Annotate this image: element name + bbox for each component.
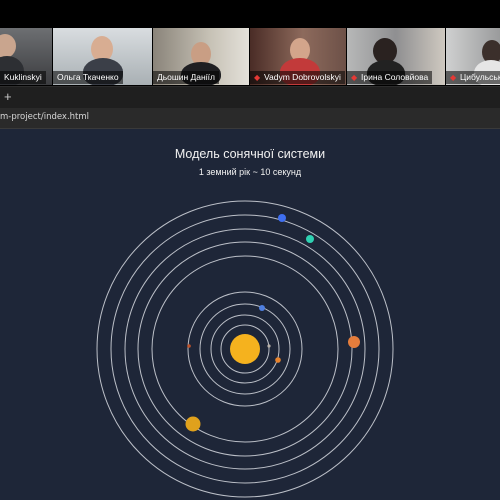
participant-tile-active[interactable]: Ольга Ткаченко: [53, 28, 152, 85]
mic-off-icon: ◆: [450, 72, 457, 82]
mic-off-icon: ◆: [351, 72, 358, 82]
participant-name-bar: ◆ Vadym Dobrovolskyi: [250, 71, 345, 84]
participant-tile[interactable]: ◆ Vadym Dobrovolskyi: [250, 28, 346, 85]
participant-name: Kuklinskyi: [4, 72, 42, 82]
participant-tile[interactable]: ◆ Ірина Соловйова: [347, 28, 445, 85]
participant-tile[interactable]: Дьошин Даніїл: [153, 28, 249, 85]
planet-uranus: [306, 235, 314, 243]
participant-name-bar: ◆ Ірина Соловйова: [347, 71, 433, 84]
solar-system-canvas: [96, 200, 394, 498]
solar-system-page: Модель сонячної системи 1 земний рік ~ 1…: [0, 129, 500, 500]
participant-name: Цибульськ: [460, 72, 500, 82]
new-tab-button[interactable]: +: [4, 90, 12, 104]
video-gallery: Kuklinskyi Ольга Ткаченко Дьошин Даніїл: [0, 28, 500, 86]
screen: Kuklinskyi Ольга Ткаченко Дьошин Даніїл: [0, 0, 500, 500]
sun: [230, 334, 260, 364]
planet-jupiter: [348, 336, 360, 348]
top-strip: [0, 0, 500, 28]
participant-name-bar: Дьошин Даніїл: [153, 71, 219, 84]
browser-address-bar[interactable]: m-project/index.html: [0, 108, 500, 129]
planet-saturn: [185, 416, 201, 432]
browser-tab-bar: +: [0, 86, 500, 108]
participant-name: Vadym Dobrovolskyi: [264, 72, 341, 82]
url-text[interactable]: m-project/index.html: [0, 112, 89, 122]
participant-name-bar: Ольга Ткаченко: [53, 71, 123, 84]
participant-name: Ірина Соловйова: [361, 72, 429, 82]
planet-mercury: [267, 344, 271, 348]
planet-venus: [275, 357, 281, 363]
participant-name-bar: ◆ Цибульськ: [446, 71, 500, 84]
mic-off-icon: ◆: [254, 72, 261, 82]
participant-tile[interactable]: ◆ Цибульськ: [446, 28, 500, 85]
planet-earth: [259, 305, 265, 311]
planet-neptune: [278, 214, 286, 222]
participant-name: Дьошин Даніїл: [157, 72, 215, 82]
planet-mars: [187, 344, 191, 348]
participant-tile[interactable]: Kuklinskyi: [0, 28, 52, 85]
participant-name: Ольга Ткаченко: [57, 72, 119, 82]
participant-name-bar: Kuklinskyi: [0, 71, 46, 84]
